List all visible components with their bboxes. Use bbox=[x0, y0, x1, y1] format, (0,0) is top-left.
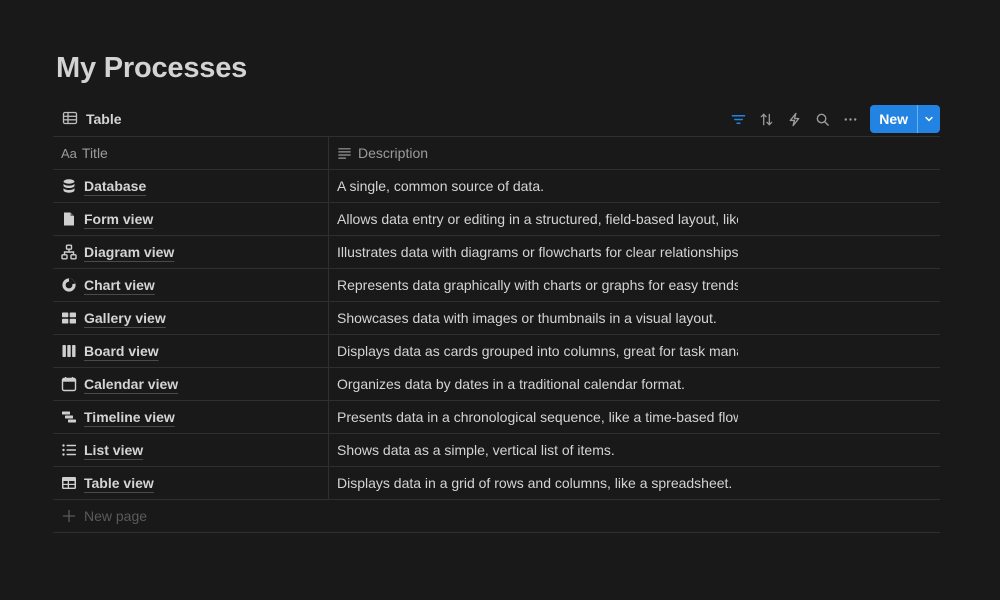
toolbar-actions: New bbox=[724, 105, 940, 133]
calendar-icon bbox=[61, 376, 77, 392]
table-row[interactable]: Database A single, common source of data… bbox=[53, 170, 940, 203]
new-page-label: New page bbox=[84, 508, 148, 524]
table-row[interactable]: Diagram view Illustrates data with diagr… bbox=[53, 236, 940, 269]
list-icon bbox=[61, 442, 77, 458]
gallery-icon bbox=[61, 310, 77, 326]
row-title[interactable]: Form view bbox=[84, 211, 153, 227]
description-cell[interactable]: Organizes data by dates in a traditional… bbox=[329, 368, 738, 400]
view-tab-table[interactable]: Table bbox=[53, 105, 131, 133]
table-row[interactable]: Timeline view Presents data in a chronol… bbox=[53, 401, 940, 434]
timeline-icon bbox=[61, 409, 77, 425]
column-header-title[interactable]: Aa Title bbox=[53, 137, 329, 169]
title-cell[interactable]: Calendar view bbox=[53, 368, 329, 400]
description-cell[interactable]: Illustrates data with diagrams or flowch… bbox=[329, 236, 738, 268]
title-cell[interactable]: List view bbox=[53, 434, 329, 466]
row-title[interactable]: Gallery view bbox=[84, 310, 166, 326]
row-title[interactable]: Board view bbox=[84, 343, 159, 359]
search-button[interactable] bbox=[808, 105, 836, 133]
row-title[interactable]: Calendar view bbox=[84, 376, 178, 392]
table-icon bbox=[62, 110, 78, 129]
board-icon bbox=[61, 343, 77, 359]
chevron-down-icon bbox=[925, 116, 933, 122]
plus-icon bbox=[62, 509, 76, 523]
new-split-button: New bbox=[870, 105, 940, 133]
row-title[interactable]: Chart view bbox=[84, 277, 155, 293]
filter-button[interactable] bbox=[724, 105, 752, 133]
description-cell[interactable]: Displays data as cards grouped into colu… bbox=[329, 335, 738, 367]
automation-button[interactable] bbox=[780, 105, 808, 133]
search-icon bbox=[816, 113, 829, 126]
automation-icon bbox=[789, 112, 800, 126]
column-header-label: Description bbox=[358, 145, 429, 161]
title-cell[interactable]: Timeline view bbox=[53, 401, 329, 433]
view-tab-label: Table bbox=[86, 111, 122, 127]
form-icon bbox=[61, 211, 77, 227]
diagram-icon bbox=[61, 244, 77, 260]
new-page-button[interactable]: New page bbox=[53, 500, 940, 533]
title-cell[interactable]: Form view bbox=[53, 203, 329, 235]
description-cell[interactable]: Displays data in a grid of rows and colu… bbox=[329, 467, 738, 499]
row-title[interactable]: Database bbox=[84, 178, 146, 194]
table-row[interactable]: Table view Displays data in a grid of ro… bbox=[53, 467, 940, 500]
sort-button[interactable] bbox=[752, 105, 780, 133]
description-cell[interactable]: Shows data as a simple, vertical list of… bbox=[329, 434, 738, 466]
table-header: Aa Title Description bbox=[53, 137, 940, 170]
title-cell[interactable]: Database bbox=[53, 170, 329, 202]
table-view-icon bbox=[61, 475, 77, 491]
database-toolbar: Table New bbox=[53, 102, 940, 136]
text-lines-icon bbox=[338, 147, 351, 159]
table-row[interactable]: Form view Allows data entry or editing i… bbox=[53, 203, 940, 236]
description-cell[interactable]: Allows data entry or editing in a struct… bbox=[329, 203, 738, 235]
description-cell[interactable]: A single, common source of data. bbox=[329, 170, 738, 202]
page-title: My Processes bbox=[56, 52, 248, 84]
table-row[interactable]: Board view Displays data as cards groupe… bbox=[53, 335, 940, 368]
sort-icon bbox=[760, 113, 773, 125]
more-icon bbox=[844, 117, 857, 121]
table-row[interactable]: Chart view Represents data graphically w… bbox=[53, 269, 940, 302]
processes-table: Aa Title Description Database A single, … bbox=[53, 136, 940, 533]
description-cell[interactable]: Presents data in a chronological sequenc… bbox=[329, 401, 738, 433]
filter-icon bbox=[731, 114, 745, 124]
title-cell[interactable]: Table view bbox=[53, 467, 329, 499]
more-button[interactable] bbox=[836, 105, 864, 133]
title-cell[interactable]: Diagram view bbox=[53, 236, 329, 268]
row-title[interactable]: List view bbox=[84, 442, 143, 458]
row-title[interactable]: Timeline view bbox=[84, 409, 175, 425]
table-row[interactable]: Gallery view Showcases data with images … bbox=[53, 302, 940, 335]
description-cell[interactable]: Showcases data with images or thumbnails… bbox=[329, 302, 738, 334]
new-dropdown-button[interactable] bbox=[917, 105, 940, 133]
chart-icon bbox=[61, 277, 77, 293]
table-row[interactable]: List view Shows data as a simple, vertic… bbox=[53, 434, 940, 467]
text-property-icon: Aa bbox=[61, 145, 77, 161]
row-title[interactable]: Table view bbox=[84, 475, 154, 491]
title-cell[interactable]: Board view bbox=[53, 335, 329, 367]
column-header-label: Title bbox=[81, 145, 108, 161]
description-cell[interactable]: Represents data graphically with charts … bbox=[329, 269, 738, 301]
title-cell[interactable]: Chart view bbox=[53, 269, 329, 301]
new-button[interactable]: New bbox=[870, 105, 917, 133]
row-title[interactable]: Diagram view bbox=[84, 244, 174, 260]
table-row[interactable]: Calendar view Organizes data by dates in… bbox=[53, 368, 940, 401]
column-header-description[interactable]: Description bbox=[329, 137, 738, 169]
title-cell[interactable]: Gallery view bbox=[53, 302, 329, 334]
database-icon bbox=[61, 178, 77, 194]
